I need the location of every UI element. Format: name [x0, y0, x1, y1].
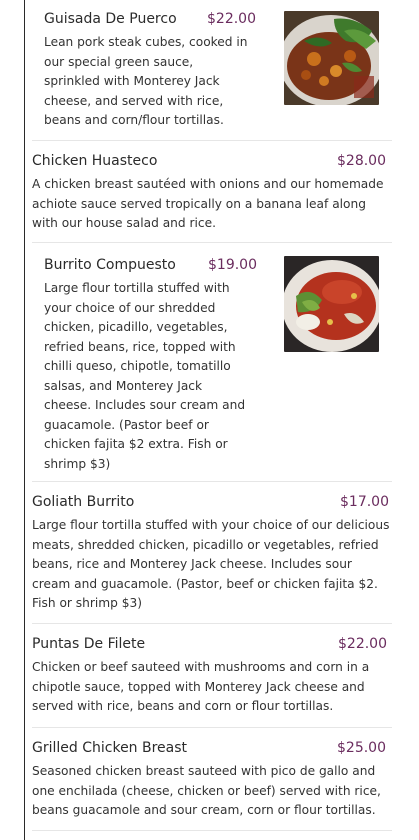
menu-divider — [32, 140, 392, 141]
left-border-line — [24, 0, 25, 840]
item-price: $28.00 — [337, 153, 386, 169]
menu-item-chicken-huasteco[interactable]: Chicken Huasteco $28.00 A chicken breast… — [32, 153, 392, 234]
menu-divider — [32, 242, 392, 243]
item-price: $22.00 — [338, 636, 387, 652]
item-name: Goliath Burrito — [32, 494, 135, 510]
item-description: Large flour tortilla stuffed with your c… — [44, 281, 246, 471]
menu-divider — [32, 830, 392, 831]
menu-item-goliath-burrito[interactable]: Goliath Burrito $17.00 Large flour torti… — [32, 494, 392, 614]
item-description: Lean pork steak cubes, cooked in our spe… — [44, 35, 248, 127]
item-price: $25.00 — [337, 740, 386, 756]
menu-divider — [32, 727, 392, 728]
item-name: Guisada De Puerco — [44, 11, 177, 27]
item-description: Large flour tortilla stuffed with your c… — [32, 518, 390, 610]
guisada-de-puerco-photo[interactable] — [284, 11, 379, 105]
menu-divider — [32, 481, 392, 482]
item-price: $17.00 — [340, 494, 389, 510]
burrito-compuesto-photo[interactable] — [284, 256, 379, 352]
item-price: $22.00 — [207, 11, 256, 27]
menu-item-grilled-chicken-breast[interactable]: Grilled Chicken Breast $25.00 Seasoned c… — [32, 740, 392, 821]
menu-divider — [32, 623, 392, 624]
item-name: Grilled Chicken Breast — [32, 740, 188, 756]
menu-item-puntas-de-filete[interactable]: Puntas De Filete $22.00 Chicken or beef … — [32, 636, 392, 717]
item-description: A chicken breast sautéed with onions and… — [32, 177, 384, 230]
item-description: Seasoned chicken breast sauteed with pic… — [32, 764, 381, 817]
item-price: $19.00 — [208, 257, 257, 273]
item-name: Puntas De Filete — [32, 636, 146, 652]
item-name: Burrito Compuesto — [44, 257, 176, 273]
item-name: Chicken Huasteco — [32, 153, 158, 169]
item-description: Chicken or beef sauteed with mushrooms a… — [32, 660, 370, 713]
